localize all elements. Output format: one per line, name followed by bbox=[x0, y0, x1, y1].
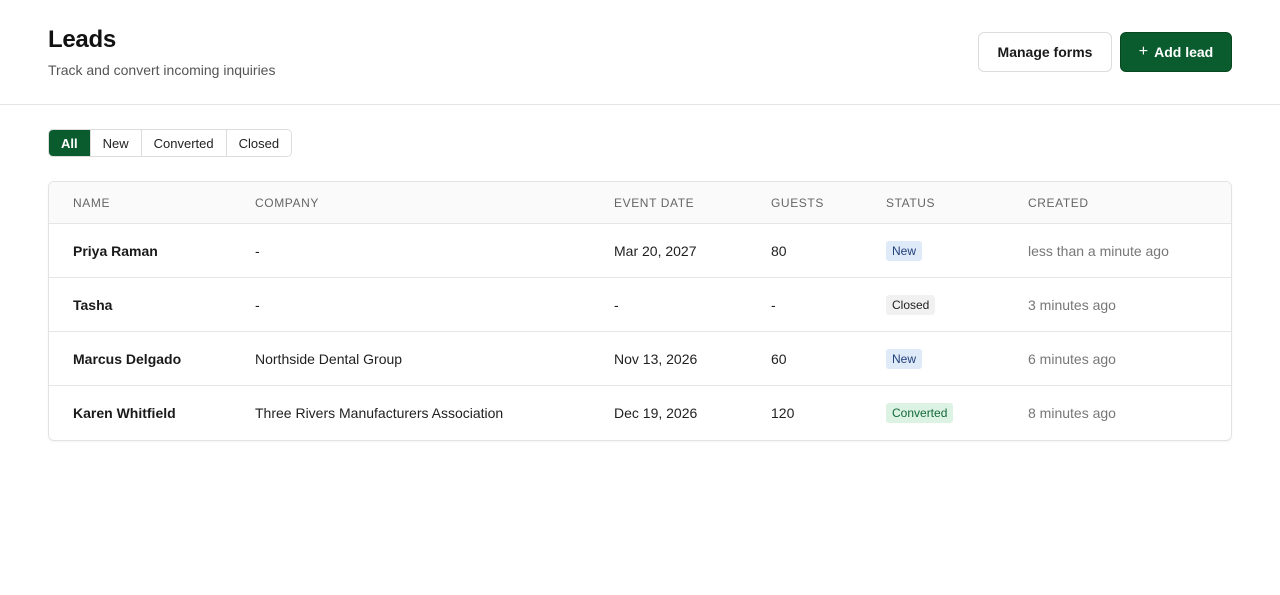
manage-forms-button[interactable]: Manage forms bbox=[978, 32, 1112, 72]
filter-tab-closed[interactable]: Closed bbox=[226, 130, 292, 156]
plus-icon: + bbox=[1138, 43, 1149, 60]
lead-company: - bbox=[255, 243, 260, 259]
lead-created: less than a minute ago bbox=[1028, 243, 1169, 259]
table-row[interactable]: Priya Raman - Mar 20, 2027 80 New less t… bbox=[49, 224, 1231, 278]
lead-guests: - bbox=[771, 297, 776, 313]
page-header: Leads Track and convert incoming inquiri… bbox=[0, 0, 1280, 105]
leads-table: NAME COMPANY EVENT DATE GUESTS STATUS CR… bbox=[48, 181, 1232, 441]
column-header-name[interactable]: NAME bbox=[73, 196, 110, 210]
lead-guests: 60 bbox=[771, 351, 787, 367]
filter-tab-new[interactable]: New bbox=[90, 130, 142, 156]
status-badge: New bbox=[886, 349, 923, 369]
column-header-guests[interactable]: GUESTS bbox=[771, 196, 824, 210]
page-subtitle: Track and convert incoming inquiries bbox=[48, 62, 276, 78]
lead-event-date: Mar 20, 2027 bbox=[614, 243, 697, 259]
lead-company: Three Rivers Manufacturers Association bbox=[255, 405, 504, 421]
status-badge: New bbox=[886, 241, 923, 261]
lead-name: Priya Raman bbox=[73, 243, 158, 259]
lead-created: 6 minutes ago bbox=[1028, 351, 1116, 367]
lead-created: 3 minutes ago bbox=[1028, 297, 1116, 313]
header-actions: Manage forms + Add lead bbox=[978, 32, 1232, 72]
lead-name: Karen Whitfield bbox=[73, 405, 176, 421]
lead-company: Northside Dental Group bbox=[255, 351, 403, 367]
filter-tab-all[interactable]: All bbox=[49, 130, 91, 156]
table-row[interactable]: Marcus Delgado Northside Dental Group No… bbox=[49, 332, 1231, 386]
column-header-created[interactable]: CREATED bbox=[1028, 196, 1089, 210]
table-row[interactable]: Tasha - - - Closed 3 minutes ago bbox=[49, 278, 1231, 332]
page-title: Leads bbox=[48, 26, 116, 53]
column-header-company[interactable]: COMPANY bbox=[255, 196, 319, 210]
lead-name: Marcus Delgado bbox=[73, 351, 182, 367]
add-lead-label: Add lead bbox=[1154, 44, 1214, 60]
lead-company: - bbox=[255, 297, 260, 313]
lead-event-date: Nov 13, 2026 bbox=[614, 351, 698, 367]
status-badge: Converted bbox=[886, 403, 954, 423]
add-lead-button[interactable]: + Add lead bbox=[1120, 32, 1232, 72]
lead-name: Tasha bbox=[73, 297, 113, 313]
lead-event-date: Dec 19, 2026 bbox=[614, 405, 698, 421]
lead-guests: 120 bbox=[771, 405, 795, 421]
status-badge: Closed bbox=[886, 295, 936, 315]
lead-event-date: - bbox=[614, 297, 619, 313]
manage-forms-label: Manage forms bbox=[997, 44, 1093, 60]
lead-guests: 80 bbox=[771, 243, 787, 259]
table-header: NAME COMPANY EVENT DATE GUESTS STATUS CR… bbox=[49, 182, 1231, 224]
column-header-event-date[interactable]: EVENT DATE bbox=[614, 196, 694, 210]
table-row[interactable]: Karen Whitfield Three Rivers Manufacture… bbox=[49, 386, 1231, 440]
status-filter-tabs: All New Converted Closed bbox=[48, 129, 293, 157]
lead-created: 8 minutes ago bbox=[1028, 405, 1116, 421]
column-header-status[interactable]: STATUS bbox=[886, 196, 935, 210]
filter-tab-converted[interactable]: Converted bbox=[141, 130, 227, 156]
